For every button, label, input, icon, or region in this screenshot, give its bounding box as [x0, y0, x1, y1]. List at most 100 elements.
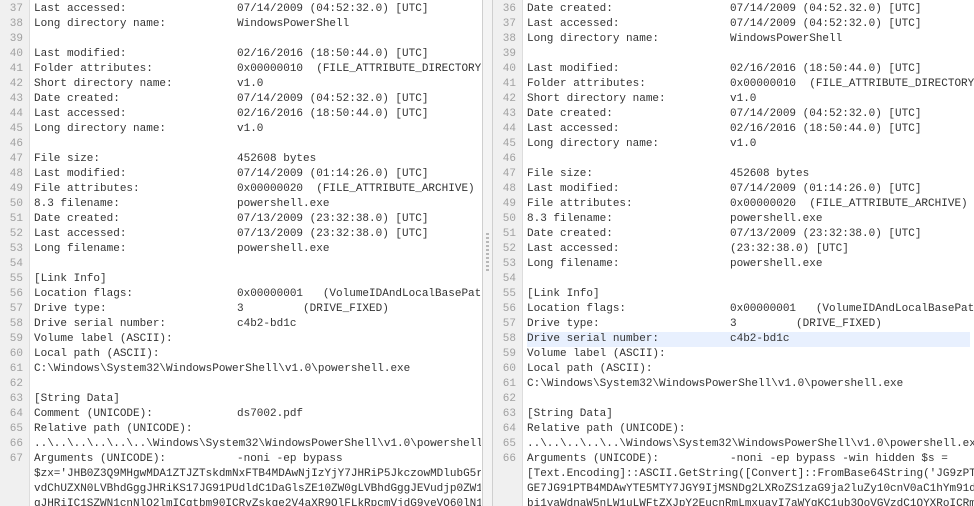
code-key: Location flags:: [34, 287, 204, 302]
line-number: 44: [493, 122, 516, 137]
code-line: Long filename: powershell.exe: [527, 257, 970, 272]
code-value: 07/14/2009 (04:52.32.0) [UTC]: [697, 3, 921, 15]
code-line: [Link Info]: [34, 272, 477, 287]
code-line: Arguments (UNICODE): -noni -ep bypass -w…: [527, 452, 970, 467]
code-line: File attributes: 0x00000020 (FILE_ATTRIB…: [34, 182, 477, 197]
code-value: 07/13/2009 (23:32:38.0) [UTC]: [204, 213, 428, 225]
line-number-continuation: [0, 467, 23, 482]
line-number: 51: [493, 227, 516, 242]
code-key: File size:: [34, 152, 204, 167]
line-number-continuation: [0, 497, 23, 506]
code-value: WindowsPowerShell: [204, 18, 349, 30]
code-line: Folder attributes: 0x00000010 (FILE_ATTR…: [34, 62, 477, 77]
line-number: 43: [0, 92, 23, 107]
line-number: 46: [493, 152, 516, 167]
left-pane: 3738394041424344454647484950515253545556…: [0, 0, 482, 506]
code-value: powershell.exe: [697, 258, 822, 270]
line-number: 49: [493, 197, 516, 212]
code-value: WindowsPowerShell: [697, 33, 842, 45]
code-key: Long directory name:: [527, 137, 697, 152]
line-number: 59: [493, 347, 516, 362]
line-number: 60: [0, 347, 23, 362]
code-key: [String Data]: [527, 408, 613, 420]
line-number: 53: [0, 242, 23, 257]
code-value: 0x00000010 (FILE_ATTRIBUTE_DIRECTORY): [697, 78, 974, 90]
code-value: v1.0: [697, 138, 756, 150]
left-text[interactable]: Last accessed: 07/14/2009 (04:52:32.0) […: [30, 0, 481, 506]
code-line: vdChUZXN0LVBhdGggJHRiKS17JG91PUdldC1DaGl…: [34, 482, 477, 497]
code-key: Drive serial number:: [34, 317, 204, 332]
line-number: 64: [493, 422, 516, 437]
code-line: Last modified: 07/14/2009 (01:14:26.0) […: [34, 167, 477, 182]
code-value: 07/14/2009 (01:14:26.0) [UTC]: [697, 183, 921, 195]
code-line: bi1yaWdnaW5nLW1uLWFtZXJpY2EucnRmLmxuayI7…: [527, 497, 970, 506]
line-number: 55: [0, 272, 23, 287]
line-number: 52: [493, 242, 516, 257]
code-key: Long directory name:: [34, 17, 204, 32]
line-number-continuation: [493, 482, 516, 497]
code-key: Last accessed:: [34, 2, 204, 17]
code-value: ..\..\..\..\..\Windows\System32\WindowsP…: [527, 438, 974, 450]
code-value: 0x00000001 (VolumeIDAndLocalBasePath): [697, 303, 974, 315]
code-key: Date created:: [34, 212, 204, 227]
line-number: 65: [0, 422, 23, 437]
code-line: Drive type: 3 (DRIVE_FIXED): [34, 302, 477, 317]
code-line: Last modified: 02/16/2016 (18:50:44.0) […: [527, 62, 970, 77]
line-number: 46: [0, 137, 23, 152]
code-key: Location flags:: [527, 302, 697, 317]
code-line: Short directory name: v1.0: [34, 77, 477, 92]
code-line: ..\..\..\..\..\Windows\System32\WindowsP…: [527, 437, 970, 452]
line-number: 48: [0, 167, 23, 182]
code-line: Local path (ASCII):: [34, 347, 477, 362]
code-key: 8.3 filename:: [527, 212, 697, 227]
code-value: c4b2-bd1c: [697, 333, 789, 345]
code-key: Last accessed:: [34, 227, 204, 242]
line-number: 47: [0, 152, 23, 167]
code-line: Drive serial number: c4b2-bd1c: [34, 317, 477, 332]
code-key: Last modified:: [527, 182, 697, 197]
code-value: v1.0: [697, 93, 756, 105]
code-value: -noni -ep bypass -win hidden $s =: [697, 453, 948, 465]
code-key: 8.3 filename:: [34, 197, 204, 212]
line-number: 37: [493, 17, 516, 32]
code-key: Last accessed:: [527, 122, 697, 137]
right-pane: 3637383940414243444546474849505152535455…: [493, 0, 974, 506]
code-line: Last accessed: 07/14/2009 (04:52:32.0) […: [34, 2, 477, 17]
code-value: 07/14/2009 (01:14:26.0) [UTC]: [204, 168, 428, 180]
code-line: Volume label (ASCII):: [34, 332, 477, 347]
code-value: 3 (DRIVE_FIXED): [204, 303, 389, 315]
code-line: Last accessed: 02/16/2016 (18:50:44.0) […: [527, 122, 970, 137]
code-line: C:\Windows\System32\WindowsPowerShell\v1…: [34, 362, 477, 377]
code-value: 07/13/2009 (23:32:38.0) [UTC]: [697, 228, 921, 240]
line-number: 62: [493, 392, 516, 407]
code-line: Location flags: 0x00000001 (VolumeIDAndL…: [34, 287, 477, 302]
code-key: Volume label (ASCII):: [34, 333, 173, 345]
code-line: Long directory name: WindowsPowerShell: [34, 17, 477, 32]
code-line: File attributes: 0x00000020 (FILE_ATTRIB…: [527, 197, 970, 212]
line-number: 50: [0, 197, 23, 212]
line-number: 52: [0, 227, 23, 242]
code-line: [34, 32, 477, 47]
line-number: 59: [0, 332, 23, 347]
line-number: 58: [0, 317, 23, 332]
splitter[interactable]: [482, 0, 493, 506]
code-value: 07/14/2009 (04:52:32.0) [UTC]: [697, 108, 921, 120]
right-text[interactable]: Date created: 07/14/2009 (04:52.32.0) [U…: [523, 0, 974, 506]
line-number: 66: [0, 437, 23, 452]
code-value: 02/16/2016 (18:50:44.0) [UTC]: [697, 123, 921, 135]
code-line: [Link Info]: [527, 287, 970, 302]
code-line: Long filename: powershell.exe: [34, 242, 477, 257]
code-key: Local path (ASCII):: [527, 363, 652, 375]
line-number: 60: [493, 362, 516, 377]
code-line: Local path (ASCII):: [527, 362, 970, 377]
code-key: Relative path (UNICODE):: [34, 423, 192, 435]
code-value: powershell.exe: [697, 213, 822, 225]
code-line: Long directory name: v1.0: [527, 137, 970, 152]
code-key: Date created:: [527, 227, 697, 242]
code-key: File attributes:: [34, 182, 204, 197]
code-value: C:\Windows\System32\WindowsPowerShell\v1…: [527, 378, 903, 390]
code-value: 452608 bytes: [204, 153, 316, 165]
code-line: [527, 152, 970, 167]
code-line: Comment (UNICODE): ds7002.pdf: [34, 407, 477, 422]
code-value: 07/13/2009 (23:32:38.0) [UTC]: [204, 228, 428, 240]
